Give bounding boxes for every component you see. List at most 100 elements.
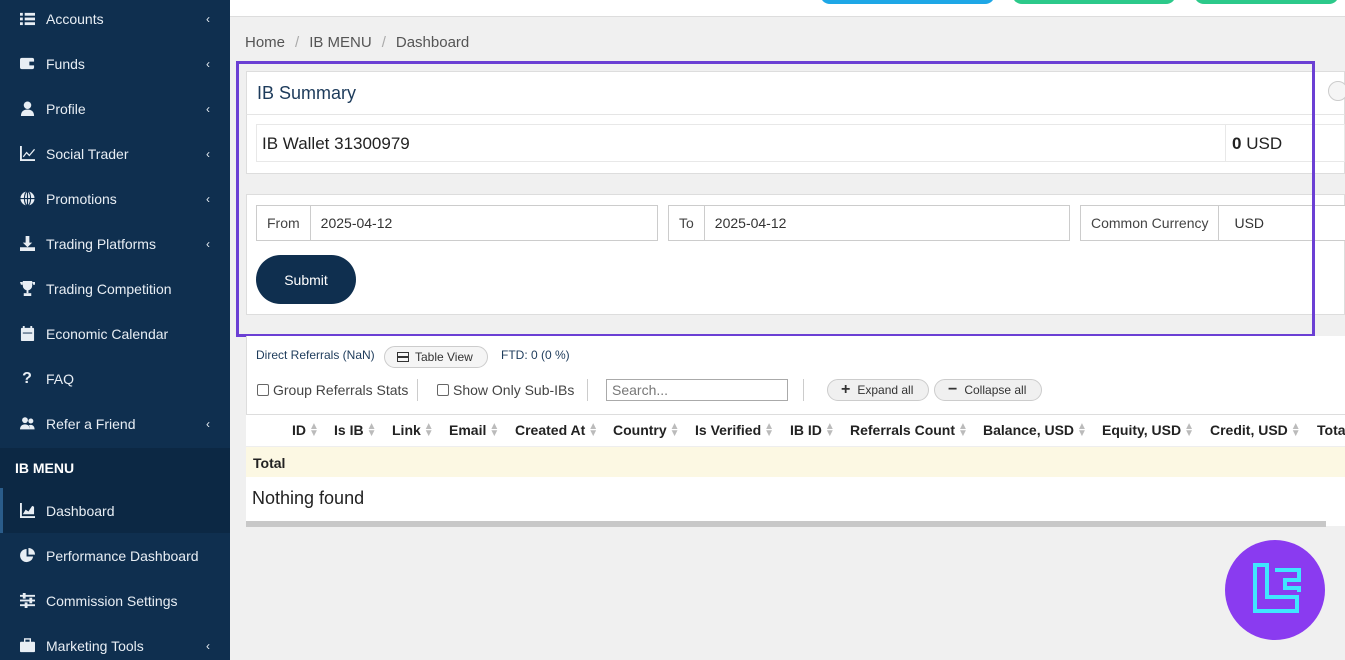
sidebar: Accounts ‹ Funds ‹ Profile ‹ Social Trad…: [0, 0, 230, 660]
sort-icon: ▲ ▼: [1077, 421, 1087, 439]
expand-all-label: Expand all: [857, 383, 914, 397]
group-stats-label: Group Referrals Stats: [273, 382, 409, 398]
chevron-left-icon: ‹: [206, 101, 210, 116]
horizontal-scrollbar[interactable]: [246, 521, 1326, 527]
grid-toggle-button[interactable]: [1328, 81, 1345, 101]
total-row: Total: [246, 446, 1345, 477]
table-view-label: Table View: [415, 350, 473, 364]
search-input[interactable]: Search...: [606, 379, 788, 401]
sort-icon: ▲ ▼: [489, 421, 500, 439]
sub-ibs-checkbox[interactable]: Show Only Sub-IBs: [437, 382, 574, 398]
calendar-icon: [18, 326, 36, 342]
sidebar-item-accounts[interactable]: Accounts ‹: [0, 0, 230, 41]
col-ib-id[interactable]: IB ID ▲ ▼: [790, 421, 835, 439]
empty-row: Nothing found: [246, 477, 1345, 521]
sidebar-item-dashboard[interactable]: Dashboard: [0, 488, 230, 533]
sidebar-item-promotions[interactable]: Promotions ‹: [0, 176, 230, 221]
col-balance[interactable]: Balance, USD ▲ ▼: [983, 421, 1087, 439]
sidebar-item-commission-settings[interactable]: Commission Settings: [0, 578, 230, 623]
highlight-frame: [236, 61, 1315, 337]
top-action-button-green-2[interactable]: [1194, 0, 1339, 4]
breadcrumb: Home / IB MENU / Dashboard: [245, 34, 469, 51]
col-created-at[interactable]: Created At ▲ ▼: [515, 421, 599, 439]
col-id[interactable]: ID ▲ ▼: [292, 421, 319, 439]
col-link[interactable]: Link ▲ ▼: [392, 421, 434, 439]
direct-referrals-label: Direct Referrals (NaN): [256, 348, 375, 362]
collapse-all-button[interactable]: − Collapse all: [934, 379, 1042, 401]
sliders-icon: [18, 593, 36, 609]
sort-icon: ▲ ▼: [1184, 421, 1194, 439]
sidebar-item-performance-dashboard[interactable]: Performance Dashboard: [0, 533, 230, 578]
table-header: ID ▲ ▼ Is IB ▲ ▼ Link ▲ ▼ Email ▲ ▼ Created At ▲ ▼…: [246, 414, 1345, 446]
sidebar-item-refer-a-friend[interactable]: Refer a Friend ‹: [0, 401, 230, 446]
col-referrals-count[interactable]: Referrals Count ▲ ▼: [850, 422, 968, 439]
expand-all-button[interactable]: + Expand all: [827, 379, 929, 401]
col-equity[interactable]: Equity, USD ▲ ▼: [1102, 421, 1194, 439]
briefcase-icon: [18, 638, 36, 654]
divider: [803, 379, 804, 401]
checkbox-box[interactable]: [257, 384, 269, 396]
sidebar-item-funds[interactable]: Funds ‹: [0, 41, 230, 86]
col-email[interactable]: Email ▲ ▼: [449, 421, 500, 439]
sidebar-item-label: Trading Competition: [46, 280, 172, 297]
table-icon: [397, 352, 409, 362]
trophy-icon: [18, 281, 36, 297]
sort-icon: ▲ ▼: [366, 421, 377, 439]
sidebar-item-label: FAQ: [46, 370, 75, 387]
sub-ibs-label: Show Only Sub-IBs: [453, 382, 575, 398]
chevron-left-icon: ‹: [206, 416, 210, 431]
checkbox-box[interactable]: [437, 384, 449, 396]
sidebar-item-marketing-tools[interactable]: Marketing Tools ‹: [0, 623, 230, 660]
users-icon: [18, 416, 36, 432]
sidebar-item-label: Dashboard: [46, 502, 115, 519]
ib-menu-header: IB MENU: [0, 448, 230, 488]
sidebar-item-label: Accounts: [46, 10, 104, 27]
group-stats-checkbox[interactable]: Group Referrals Stats: [257, 382, 408, 398]
breadcrumb-home[interactable]: Home: [245, 34, 285, 51]
sort-icon: ▲ ▼: [309, 421, 319, 439]
sort-icon: ▲ ▼: [588, 421, 599, 439]
sidebar-item-label: Social Trader: [46, 145, 129, 162]
col-total[interactable]: Tota: [1317, 422, 1345, 438]
brand-logo-mark: [1253, 563, 1301, 613]
sidebar-item-label: Refer a Friend: [46, 415, 136, 432]
chevron-left-icon: ‹: [206, 638, 210, 653]
sidebar-item-social-trader[interactable]: Social Trader ‹: [0, 131, 230, 176]
sidebar-item-faq[interactable]: ? FAQ: [0, 356, 230, 401]
minus-icon: −: [948, 381, 958, 398]
chart-area-icon: [18, 503, 36, 519]
sort-icon: ▲ ▼: [824, 421, 835, 439]
plus-icon: +: [841, 381, 851, 398]
empty-message: Nothing found: [252, 488, 365, 508]
sidebar-item-profile[interactable]: Profile ‹: [0, 86, 230, 131]
col-is-ib[interactable]: Is IB ▲ ▼: [334, 421, 377, 439]
sort-icon: ▲ ▼: [764, 421, 775, 439]
sort-icon: ▲ ▼: [423, 421, 434, 439]
list-icon: [18, 11, 36, 27]
top-bar: [230, 0, 1345, 17]
wallet-icon: [18, 56, 36, 72]
sidebar-item-trading-platforms[interactable]: Trading Platforms ‹: [0, 221, 230, 266]
pie-chart-icon: [18, 548, 36, 564]
breadcrumb-ib-menu[interactable]: IB MENU: [309, 34, 372, 51]
download-icon: [18, 236, 36, 252]
user-icon: [18, 101, 36, 117]
chevron-left-icon: ‹: [206, 236, 210, 251]
globe-icon: [18, 191, 36, 207]
sidebar-item-label: Profile: [46, 100, 86, 117]
col-country[interactable]: Country ▲ ▼: [613, 421, 680, 439]
sidebar-item-trading-competition[interactable]: Trading Competition: [0, 266, 230, 311]
question-icon: ?: [22, 369, 32, 387]
chevron-left-icon: ‹: [206, 56, 210, 71]
col-is-verified[interactable]: Is Verified ▲ ▼: [695, 421, 775, 439]
sort-icon: ▲ ▼: [669, 421, 680, 439]
sidebar-item-economic-calendar[interactable]: Economic Calendar: [0, 311, 230, 356]
top-action-button-green[interactable]: [1012, 0, 1176, 4]
breadcrumb-separator: /: [381, 34, 386, 51]
ftd-label: FTD: 0 (0 %): [501, 348, 570, 362]
top-action-button-blue[interactable]: [820, 0, 995, 4]
table-view-button[interactable]: Table View: [384, 346, 488, 368]
sidebar-item-label: Economic Calendar: [46, 325, 169, 342]
col-credit[interactable]: Credit, USD ▲ ▼: [1210, 422, 1301, 439]
total-label: Total: [253, 455, 286, 471]
